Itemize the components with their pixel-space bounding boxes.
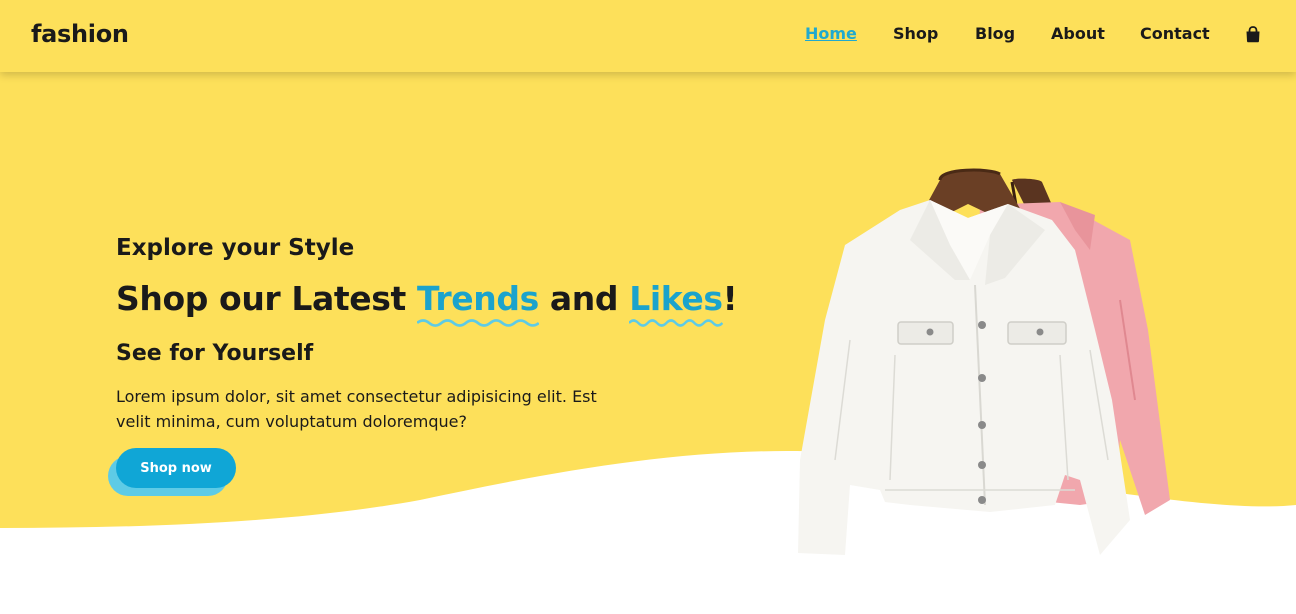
headline-text-1: Shop our Latest	[116, 279, 417, 318]
squiggle-underline	[629, 319, 723, 327]
site-header: fashion Home Shop Blog About Contact	[0, 0, 1296, 72]
jackets-on-hangers-image	[798, 168, 1170, 555]
headline-text-3: !	[722, 279, 738, 318]
headline-highlight-trends: Trends	[416, 279, 539, 327]
headline-highlight-likes: Likes	[629, 279, 723, 327]
nav-link-home[interactable]: Home	[805, 24, 857, 43]
squiggle-underline	[416, 319, 539, 327]
hero-subhead: See for Yourself	[116, 341, 314, 366]
nav-link-about[interactable]: About	[1051, 24, 1105, 43]
nav-link-shop[interactable]: Shop	[893, 24, 938, 43]
hero-eyebrow: Explore your Style	[116, 235, 355, 261]
nav-link-blog[interactable]: Blog	[975, 24, 1015, 43]
site-logo[interactable]: fashion	[31, 20, 129, 48]
shopping-bag-icon[interactable]	[1245, 26, 1261, 43]
headline-text-2: and	[538, 279, 630, 318]
nav-link-contact[interactable]: Contact	[1140, 24, 1210, 43]
shop-now-button[interactable]: Shop now	[116, 448, 236, 488]
hero-description: Lorem ipsum dolor, sit amet consectetur …	[116, 387, 597, 431]
hero-headline: Shop our Latest Trends and Likes!	[116, 279, 738, 327]
